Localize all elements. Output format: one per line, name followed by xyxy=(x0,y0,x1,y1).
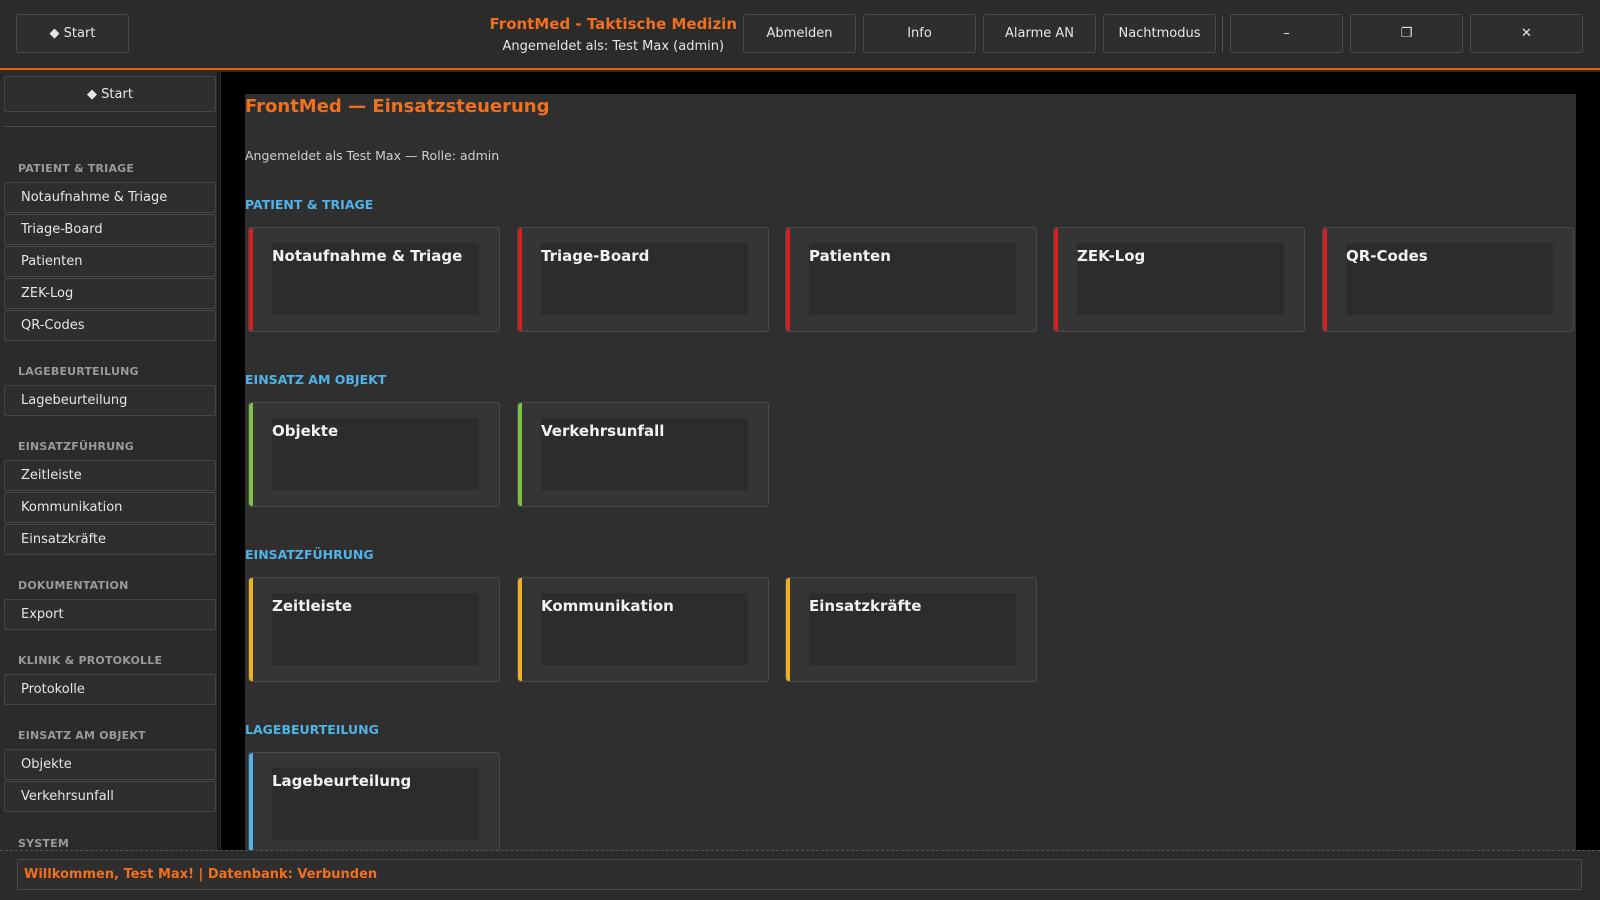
sidebar-item-qr-codes[interactable]: QR-Codes xyxy=(4,310,216,341)
card-accent-bar xyxy=(518,578,522,681)
sidebar-start-button[interactable]: ◆ Start xyxy=(4,76,216,112)
card-accent-bar xyxy=(249,228,253,331)
sidebar-heading-einsatz-am-objekt: EINSATZ AM OBJEKT xyxy=(18,729,146,742)
section-heading-einsatz-am-objekt: EINSATZ AM OBJEKT xyxy=(245,372,387,387)
card-patienten[interactable]: Patienten xyxy=(785,227,1037,332)
sidebar-item-patienten[interactable]: Patienten xyxy=(4,246,216,277)
sidebar-divider xyxy=(4,126,216,127)
logout-button[interactable]: Abmelden xyxy=(743,14,856,53)
section-heading-einsatzfuehrung: EINSATZFÜHRUNG xyxy=(245,547,374,562)
card-lagebeurteilung[interactable]: Lagebeurteilung xyxy=(248,752,500,850)
card-label: Lagebeurteilung xyxy=(272,772,412,790)
card-accent-bar xyxy=(249,578,253,681)
sidebar-item-notaufnahme[interactable]: Notaufnahme & Triage xyxy=(4,182,216,213)
minimize-button[interactable]: – xyxy=(1230,14,1343,53)
sidebar-item-objekte[interactable]: Objekte xyxy=(4,749,216,780)
card-einsatzkraefte[interactable]: Einsatzkräfte xyxy=(785,577,1037,682)
sidebar-heading-patient-triage: PATIENT & TRIAGE xyxy=(18,162,135,175)
card-accent-bar xyxy=(249,753,253,850)
status-bar: Willkommen, Test Max! | Datenbank: Verbu… xyxy=(0,850,1600,900)
card-accent-bar xyxy=(786,228,790,331)
maximize-button[interactable]: ❐ xyxy=(1350,14,1463,53)
card-kommunikation[interactable]: Kommunikation xyxy=(517,577,769,682)
card-notaufnahme[interactable]: Notaufnahme & Triage xyxy=(248,227,500,332)
sidebar-item-kommunikation[interactable]: Kommunikation xyxy=(4,492,216,523)
card-label: QR-Codes xyxy=(1346,247,1428,265)
card-label: Zeitleiste xyxy=(272,597,353,615)
card-accent-bar xyxy=(249,403,253,506)
alarms-toggle-button[interactable]: Alarme AN xyxy=(983,14,1096,53)
card-zeitleiste[interactable]: Zeitleiste xyxy=(248,577,500,682)
close-button[interactable]: ✕ xyxy=(1470,14,1583,53)
sidebar-item-export[interactable]: Export xyxy=(4,599,216,630)
card-objekte[interactable]: Objekte xyxy=(248,402,500,507)
sidebar-item-triage-board[interactable]: Triage-Board xyxy=(4,214,216,245)
card-verkehrsunfall[interactable]: Verkehrsunfall xyxy=(517,402,769,507)
section-heading-patient-triage: PATIENT & TRIAGE xyxy=(245,197,374,212)
card-accent-bar xyxy=(518,228,522,331)
card-label: Patienten xyxy=(809,247,891,265)
sidebar-heading-system: SYSTEM xyxy=(18,837,69,850)
card-label: Einsatzkräfte xyxy=(809,597,922,615)
toolbar-separator xyxy=(1222,16,1223,52)
card-accent-bar xyxy=(518,403,522,506)
app-title: FrontMed - Taktische Medizin xyxy=(489,15,737,33)
card-label: ZEK-Log xyxy=(1077,247,1146,265)
main-content[interactable]: FrontMed — Einsatzsteuerung Angemeldet a… xyxy=(245,94,1576,850)
info-button[interactable]: Info xyxy=(863,14,976,53)
card-qr-codes[interactable]: QR-Codes xyxy=(1322,227,1574,332)
card-accent-bar xyxy=(786,578,790,681)
page-title: FrontMed — Einsatzsteuerung xyxy=(245,96,550,117)
sidebar: ◆ Start PATIENT & TRIAGE Notaufnahme & T… xyxy=(0,72,220,850)
sidebar-heading-klinik-protokolle: KLINIK & PROTOKOLLE xyxy=(18,654,163,667)
card-label: Kommunikation xyxy=(541,597,674,615)
app-title-block: FrontMed - Taktische Medizin Angemeldet … xyxy=(490,15,737,54)
card-label: Objekte xyxy=(272,422,339,440)
card-triage-board[interactable]: Triage-Board xyxy=(517,227,769,332)
card-label: Verkehrsunfall xyxy=(541,422,665,440)
sidebar-item-einsatzkraefte[interactable]: Einsatzkräfte xyxy=(4,524,216,555)
sidebar-heading-einsatzfuehrung: EINSATZFÜHRUNG xyxy=(18,440,134,453)
status-message: Willkommen, Test Max! | Datenbank: Verbu… xyxy=(17,859,1582,890)
section-heading-lagebeurteilung: LAGEBEURTEILUNG xyxy=(245,722,379,737)
sidebar-item-protokolle[interactable]: Protokolle xyxy=(4,674,216,705)
sidebar-heading-dokumentation: DOKUMENTATION xyxy=(18,579,129,592)
sidebar-heading-lagebeurteilung: LAGEBEURTEILUNG xyxy=(18,365,139,378)
sidebar-item-zeitleiste[interactable]: Zeitleiste xyxy=(4,460,216,491)
sidebar-item-zek-log[interactable]: ZEK-Log xyxy=(4,278,216,309)
sidebar-item-verkehrsunfall[interactable]: Verkehrsunfall xyxy=(4,781,216,812)
card-accent-bar xyxy=(1323,228,1327,331)
card-label: Triage-Board xyxy=(541,247,650,265)
top-bar: ◆ Start FrontMed - Taktische Medizin Ang… xyxy=(0,0,1600,70)
page-subtitle: Angemeldet als Test Max — Rolle: admin xyxy=(245,148,500,163)
card-zek-log[interactable]: ZEK-Log xyxy=(1053,227,1305,332)
top-start-button[interactable]: ◆ Start xyxy=(16,14,129,53)
night-mode-button[interactable]: Nachtmodus xyxy=(1103,14,1216,53)
logged-in-label: Angemeldet als: Test Max (admin) xyxy=(502,39,725,54)
card-accent-bar xyxy=(1054,228,1058,331)
card-label: Notaufnahme & Triage xyxy=(272,247,463,265)
sidebar-item-lagebeurteilung[interactable]: Lagebeurteilung xyxy=(4,385,216,416)
